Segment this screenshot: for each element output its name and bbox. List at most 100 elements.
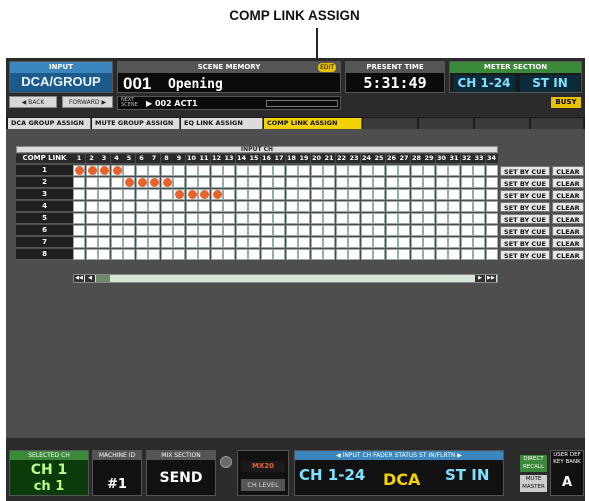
assign-cell[interactable] bbox=[260, 225, 273, 236]
assign-cell[interactable] bbox=[473, 201, 485, 212]
assign-cell[interactable] bbox=[298, 225, 310, 236]
assign-cell[interactable] bbox=[423, 189, 435, 200]
assign-cell[interactable] bbox=[410, 237, 423, 248]
clear-button[interactable]: CLEAR bbox=[552, 190, 584, 200]
clear-button[interactable]: CLEAR bbox=[552, 226, 584, 236]
assign-cell[interactable] bbox=[148, 165, 160, 176]
scroll-next-button[interactable]: ▶ bbox=[475, 275, 485, 282]
assign-cell[interactable] bbox=[385, 201, 398, 212]
assign-cell[interactable] bbox=[385, 177, 398, 188]
assign-cell[interactable] bbox=[323, 201, 335, 212]
fader-stin-button[interactable]: ST IN bbox=[445, 466, 489, 484]
assign-cell[interactable] bbox=[485, 177, 498, 188]
assign-cell[interactable] bbox=[248, 249, 260, 260]
assign-cell[interactable] bbox=[85, 237, 98, 248]
assign-cell[interactable] bbox=[260, 237, 273, 248]
assign-cell[interactable] bbox=[110, 177, 123, 188]
assign-cell[interactable] bbox=[235, 165, 248, 176]
assign-cell[interactable] bbox=[148, 213, 160, 224]
assign-cell[interactable] bbox=[135, 249, 148, 260]
clear-button[interactable]: CLEAR bbox=[552, 202, 584, 212]
assign-cell[interactable] bbox=[460, 213, 473, 224]
assign-cell[interactable] bbox=[223, 177, 235, 188]
mix-knob-icon[interactable] bbox=[220, 456, 232, 468]
assign-cell[interactable] bbox=[410, 249, 423, 260]
assign-cell[interactable] bbox=[210, 237, 223, 248]
assign-cell[interactable] bbox=[298, 201, 310, 212]
assign-cell[interactable] bbox=[223, 201, 235, 212]
assign-cell[interactable] bbox=[460, 237, 473, 248]
assign-cell[interactable] bbox=[273, 213, 285, 224]
assign-cell[interactable] bbox=[323, 225, 335, 236]
assign-cell[interactable] bbox=[160, 177, 173, 188]
assign-cell[interactable] bbox=[135, 225, 148, 236]
assign-cell[interactable] bbox=[73, 213, 85, 224]
assign-cell[interactable] bbox=[260, 213, 273, 224]
assign-cell[interactable] bbox=[448, 201, 460, 212]
assign-cell[interactable] bbox=[373, 177, 385, 188]
assign-cell[interactable] bbox=[235, 189, 248, 200]
set-by-cue-button[interactable]: SET BY CUE bbox=[500, 214, 550, 224]
assign-cell[interactable] bbox=[298, 189, 310, 200]
assign-cell[interactable] bbox=[223, 189, 235, 200]
assign-cell[interactable] bbox=[298, 165, 310, 176]
assign-cell[interactable] bbox=[160, 165, 173, 176]
assign-cell[interactable] bbox=[260, 201, 273, 212]
assign-cell[interactable] bbox=[448, 177, 460, 188]
assign-cell[interactable] bbox=[485, 225, 498, 236]
assign-cell[interactable] bbox=[185, 213, 198, 224]
assign-cell[interactable] bbox=[310, 225, 323, 236]
assign-cell[interactable] bbox=[210, 189, 223, 200]
assign-cell[interactable] bbox=[360, 201, 373, 212]
assign-cell[interactable] bbox=[85, 225, 98, 236]
assign-cell[interactable] bbox=[223, 225, 235, 236]
assign-cell[interactable] bbox=[123, 189, 135, 200]
assign-cell[interactable] bbox=[310, 189, 323, 200]
scroll-last-button[interactable]: ▶▶ bbox=[486, 275, 496, 282]
user-define-key-bank[interactable]: USER DEF KEY BANK A bbox=[550, 450, 584, 496]
assign-cell[interactable] bbox=[323, 237, 335, 248]
assign-cell[interactable] bbox=[273, 177, 285, 188]
assign-cell[interactable] bbox=[485, 237, 498, 248]
assign-cell[interactable] bbox=[148, 201, 160, 212]
assign-cell[interactable] bbox=[123, 177, 135, 188]
assign-cell[interactable] bbox=[98, 237, 110, 248]
assign-cell[interactable] bbox=[323, 213, 335, 224]
assign-cell[interactable] bbox=[148, 249, 160, 260]
assign-cell[interactable] bbox=[148, 189, 160, 200]
assign-cell[interactable] bbox=[435, 249, 448, 260]
mix-bus-display[interactable]: MX20 CH LEVEL bbox=[237, 450, 289, 496]
assign-cell[interactable] bbox=[348, 201, 360, 212]
assign-cell[interactable] bbox=[310, 177, 323, 188]
set-by-cue-button[interactable]: SET BY CUE bbox=[500, 190, 550, 200]
assign-cell[interactable] bbox=[123, 237, 135, 248]
assign-cell[interactable] bbox=[235, 213, 248, 224]
assign-cell[interactable] bbox=[385, 189, 398, 200]
assign-cell[interactable] bbox=[260, 177, 273, 188]
assign-cell[interactable] bbox=[198, 213, 210, 224]
assign-cell[interactable] bbox=[373, 201, 385, 212]
assign-cell[interactable] bbox=[360, 189, 373, 200]
assign-cell[interactable] bbox=[460, 225, 473, 236]
fader-ch-button[interactable]: CH 1-24 bbox=[299, 466, 365, 484]
assign-cell[interactable] bbox=[273, 225, 285, 236]
assign-cell[interactable] bbox=[210, 165, 223, 176]
assign-cell[interactable] bbox=[373, 225, 385, 236]
assign-cell[interactable] bbox=[410, 213, 423, 224]
assign-cell[interactable] bbox=[173, 249, 185, 260]
assign-cell[interactable] bbox=[460, 165, 473, 176]
assign-cell[interactable] bbox=[485, 249, 498, 260]
assign-cell[interactable] bbox=[423, 225, 435, 236]
assign-cell[interactable] bbox=[273, 201, 285, 212]
assign-cell[interactable] bbox=[85, 249, 98, 260]
assign-cell[interactable] bbox=[385, 237, 398, 248]
assign-cell[interactable] bbox=[248, 237, 260, 248]
assign-cell[interactable] bbox=[198, 249, 210, 260]
assign-cell[interactable] bbox=[210, 177, 223, 188]
assign-cell[interactable] bbox=[473, 213, 485, 224]
assign-cell[interactable] bbox=[185, 165, 198, 176]
assign-cell[interactable] bbox=[360, 177, 373, 188]
assign-cell[interactable] bbox=[298, 177, 310, 188]
set-by-cue-button[interactable]: SET BY CUE bbox=[500, 238, 550, 248]
assign-cell[interactable] bbox=[123, 225, 135, 236]
